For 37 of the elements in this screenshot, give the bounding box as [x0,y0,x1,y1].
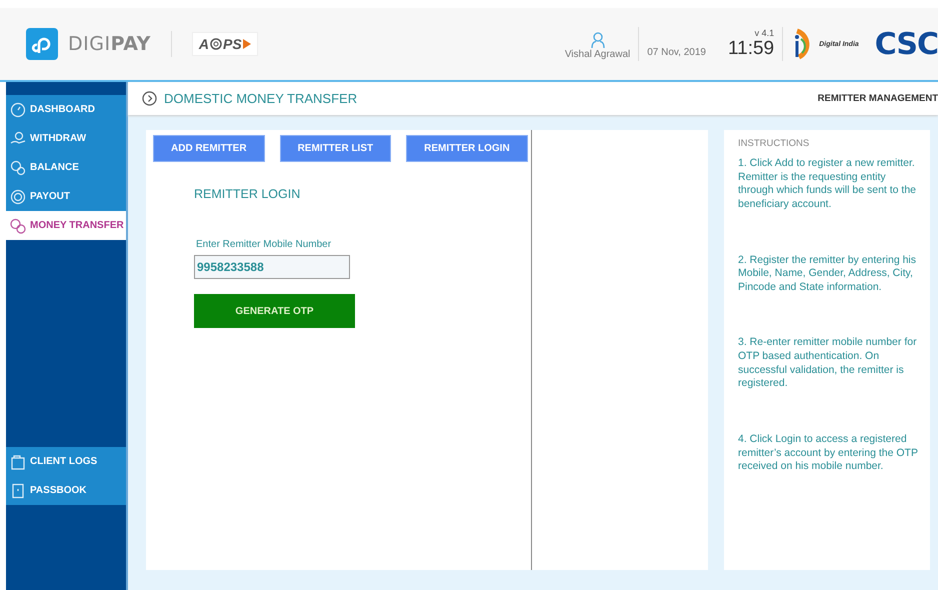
sidebar-item[interactable]: CLIENT LOGS [6,447,126,476]
sidebar-item[interactable]: BALANCE [6,153,126,182]
sidebar-item[interactable]: DASHBOARD [6,95,126,124]
sidebar-item[interactable]: PASSBOOK [6,476,126,505]
action-button[interactable]: REMITTER LOGIN [406,135,528,162]
section-title: REMITTER MANAGEMENT [818,93,938,104]
book-icon [10,482,26,498]
digipay-logo-icon [26,28,58,60]
instruction-step: 4. Click Login to access a registered remitter’s account by entering the OTP received on his mobile number. [738,433,922,474]
action-button[interactable]: ADD REMITTER [153,135,265,162]
form-heading: REMITTER LOGIN [194,187,300,201]
user-name: Vishal Agrawal [564,49,630,60]
action-button[interactable]: REMITTER LIST [280,135,392,162]
generate-otp-button[interactable]: GENERATE OTP [194,294,355,328]
csc-logo: CSC [874,26,938,62]
chevron-circle-icon [142,91,157,106]
gauge-icon [10,102,26,118]
aeps-logo: A PS [192,32,258,56]
brand-name: DIGIPAY [68,33,151,55]
sidebar-item[interactable]: MONEY TRANSFER [6,211,126,240]
instruction-step: 1. Click Add to register a new remitter. Remitter is the requesting entity through which funds will be sent to the beneficiary account. [738,157,922,212]
user-icon [590,32,605,48]
date-text: 07 Nov, 2019 [647,46,706,58]
field-label: Enter Remitter Mobile Number [196,239,332,250]
coins-exchange-icon [10,218,26,234]
target-icon [10,188,26,204]
coins-icon [10,160,26,176]
mobile-number-field[interactable]: 9958233588 [194,255,350,279]
folder-icon [10,454,26,470]
instruction-step: 2. Register the remitter by entering his Mobile, Name, Gender, Address, City, Pincode and State information. [738,254,922,294]
page-title: DOMESTIC MONEY TRANSFER [164,91,358,106]
time-text: 11:59 [728,38,774,60]
instructions-heading: INSTRUCTIONS [738,138,810,149]
instruction-step: 3. Re-enter remitter mobile number for OTP based authentication. On successful validation, the remitter is registered. [738,336,922,392]
version-text: v 4.1 [754,28,774,38]
sidebar-item[interactable]: PAYOUT [6,182,126,211]
sidebar-item[interactable]: WITHDRAW [6,124,126,153]
